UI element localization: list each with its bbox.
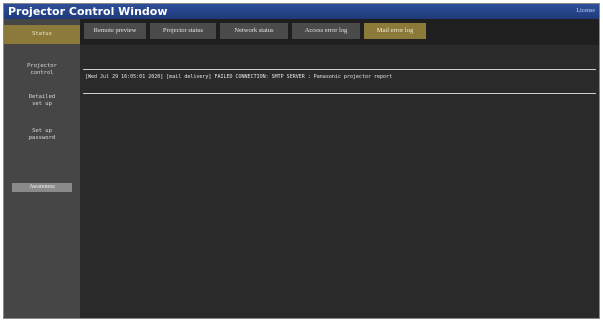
tab-bar: Remote preview Projector status Network … — [80, 19, 599, 45]
tab-remote-preview[interactable]: Remote preview — [84, 23, 146, 39]
main-panel: Remote preview Projector status Network … — [80, 19, 599, 318]
sidebar: Status Projector control Detailed set up… — [4, 19, 80, 318]
tab-projector-status[interactable]: Projector status — [150, 23, 216, 39]
app-title: Projector Control Window — [8, 5, 168, 18]
tab-access-error-log[interactable]: Access error log — [292, 23, 360, 39]
tab-network-status[interactable]: Network status — [220, 23, 288, 39]
projector-control-window: Projector Control Window License Status … — [3, 3, 600, 319]
awareness-button[interactable]: Awareness — [12, 183, 72, 192]
sidebar-item-detailed-set-up[interactable]: Detailed set up — [4, 94, 80, 108]
tab-mail-error-log[interactable]: Mail error log — [364, 23, 426, 39]
title-bar: Projector Control Window License — [4, 4, 599, 19]
log-divider-top — [83, 69, 596, 70]
log-divider-bottom — [83, 93, 596, 94]
sidebar-item-set-up-password[interactable]: Set up password — [4, 128, 80, 142]
license-link[interactable]: License — [576, 7, 595, 16]
sidebar-item-status[interactable]: Status — [4, 25, 80, 44]
log-entry: [Wed Jul 29 16:05:01 2020] [mail deliver… — [85, 74, 393, 80]
sidebar-item-projector-control[interactable]: Projector control — [4, 63, 80, 77]
